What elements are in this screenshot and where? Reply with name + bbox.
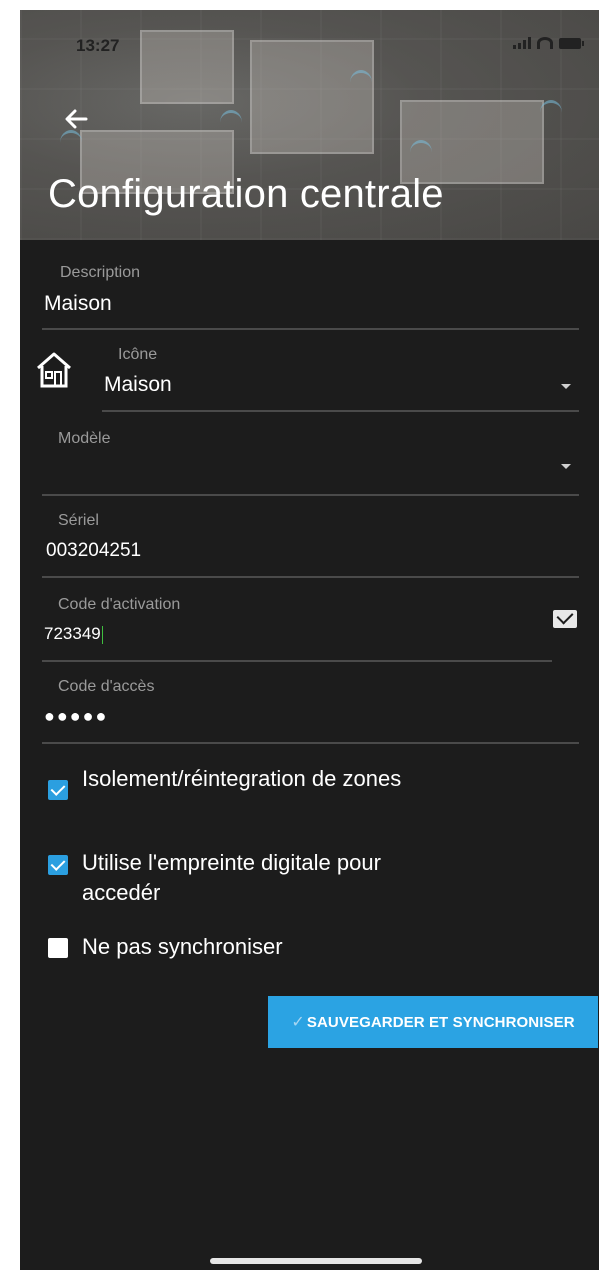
text-cursor xyxy=(101,625,103,644)
home-icon xyxy=(37,352,71,388)
envelope-icon[interactable] xyxy=(553,610,577,628)
model-select[interactable]: Modèle xyxy=(42,426,579,496)
wifi-marker-icon xyxy=(220,110,242,135)
access-label: Code d'accès xyxy=(58,678,155,695)
app-screen: 13:27 Configuration centrale Description… xyxy=(20,10,599,1270)
status-icons xyxy=(513,37,584,49)
serial-field[interactable]: Sériel 003204251 xyxy=(42,510,579,578)
save-sync-button[interactable]: ✓ SAUVEGARDER ET SYNCHRONISER xyxy=(268,996,598,1048)
activation-value: 723349 xyxy=(44,624,101,643)
header-banner: 13:27 Configuration centrale xyxy=(20,10,599,240)
chevron-down-icon xyxy=(561,384,571,389)
no-sync-label: Ne pas synchroniser xyxy=(82,934,283,959)
signal-icon xyxy=(513,37,531,49)
status-bar: 13:27 xyxy=(20,10,599,60)
serial-input[interactable]: 003204251 xyxy=(46,540,141,562)
isolation-checkbox[interactable] xyxy=(48,780,68,800)
battery-icon xyxy=(559,38,584,49)
icon-select[interactable]: Icône Maison xyxy=(102,344,579,412)
wifi-marker-icon xyxy=(350,70,372,95)
fingerprint-checkbox[interactable] xyxy=(48,855,68,875)
back-arrow-icon[interactable] xyxy=(62,105,94,137)
no-sync-checkbox[interactable] xyxy=(48,938,68,958)
fingerprint-label: Utilise l'empreinte digitale pour accedé… xyxy=(82,850,381,905)
access-input[interactable]: ●●●●● xyxy=(44,706,108,727)
serial-label: Sériel xyxy=(58,512,99,529)
description-input[interactable]: Maison xyxy=(44,292,112,316)
status-time: 13:27 xyxy=(76,36,120,55)
wifi-marker-icon xyxy=(540,100,562,125)
page-title: Configuration centrale xyxy=(48,172,444,216)
activation-input[interactable]: 723349 xyxy=(44,624,103,644)
chevron-down-icon xyxy=(561,464,571,469)
activation-label: Code d'activation xyxy=(58,596,181,613)
icon-value: Maison xyxy=(104,373,172,396)
activation-code-field[interactable]: Code d'activation 723349 xyxy=(42,594,552,662)
description-label: Description xyxy=(60,264,141,281)
icon-label: Icône xyxy=(118,346,158,363)
home-indicator[interactable] xyxy=(210,1258,422,1264)
access-code-field[interactable]: Code d'accès ●●●●● xyxy=(42,676,579,744)
description-field[interactable]: Description Maison xyxy=(42,260,579,330)
wifi-marker-icon xyxy=(410,140,432,165)
model-label: Modèle xyxy=(58,430,111,447)
wifi-icon xyxy=(537,37,553,49)
check-icon: ✓ xyxy=(291,1014,305,1031)
save-sync-label: SAUVEGARDER ET SYNCHRONISER xyxy=(306,1013,575,1031)
isolation-label: Isolement/réintegration de zones xyxy=(82,766,402,791)
